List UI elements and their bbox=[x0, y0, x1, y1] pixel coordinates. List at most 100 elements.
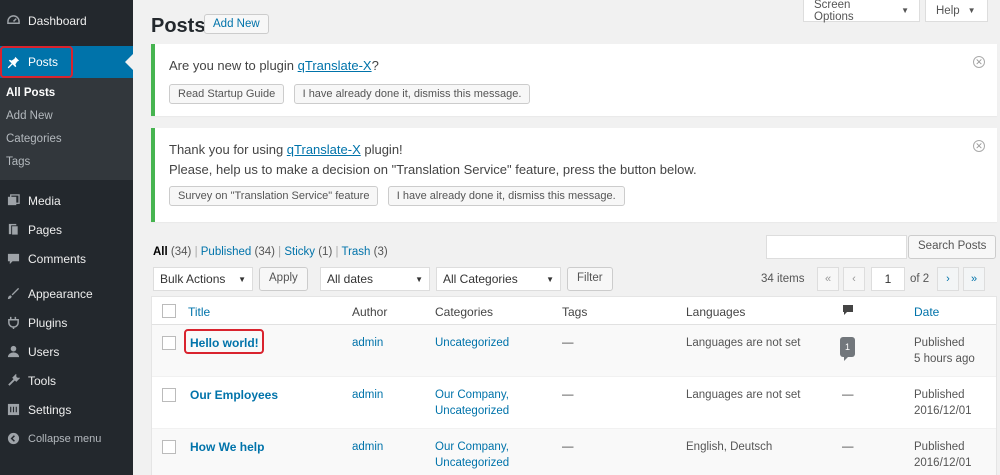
search-input[interactable] bbox=[766, 235, 907, 259]
dashboard-icon bbox=[6, 14, 20, 28]
add-new-button[interactable]: Add New bbox=[204, 14, 269, 34]
author-link[interactable]: admin bbox=[352, 335, 383, 351]
media-icon bbox=[6, 194, 20, 208]
qtranslate-link[interactable]: qTranslate-X bbox=[298, 58, 372, 73]
status-filters: All (34) | Published (34) | Sticky (1) |… bbox=[153, 246, 388, 258]
screen-options-button[interactable]: Screen Options ▼ bbox=[803, 0, 920, 23]
category-link[interactable]: Our Company, Uncategorized bbox=[435, 387, 525, 419]
submenu-categories[interactable]: Categories bbox=[0, 128, 133, 151]
hello-world-highlight-box bbox=[184, 329, 264, 354]
next-page-button[interactable]: › bbox=[937, 267, 959, 291]
date-value: Published 2016/12/01 bbox=[914, 389, 972, 417]
prev-page-button[interactable]: ‹ bbox=[843, 267, 865, 291]
total-pages: of 2 bbox=[910, 273, 930, 285]
current-page-input[interactable]: 1 bbox=[871, 267, 905, 291]
submenu-tags[interactable]: Tags bbox=[0, 151, 133, 174]
menu-label: Comments bbox=[28, 251, 87, 266]
row-checkbox[interactable] bbox=[162, 336, 176, 350]
comment-count-bubble[interactable]: 1 bbox=[840, 337, 856, 361]
select-all-checkbox[interactable] bbox=[162, 304, 176, 318]
dismiss-message-button[interactable]: I have already done it, dismiss this mes… bbox=[387, 186, 625, 206]
menu-tools[interactable]: Tools bbox=[0, 366, 133, 395]
menu-label: Pages bbox=[28, 222, 63, 237]
menu-label: Dashboard bbox=[28, 13, 87, 28]
close-icon[interactable]: ✕ bbox=[973, 56, 985, 68]
triangle-down-icon: ▼ bbox=[546, 274, 554, 284]
apply-button[interactable]: Apply bbox=[259, 267, 308, 291]
comments-value: — bbox=[842, 389, 854, 401]
row-checkbox[interactable] bbox=[162, 440, 176, 454]
post-title-link[interactable]: Our Employees bbox=[190, 387, 278, 403]
menu-label: Tools bbox=[28, 373, 57, 388]
menu-dashboard[interactable]: Dashboard bbox=[0, 6, 133, 35]
posts-submenu: All Posts Add New Categories Tags bbox=[0, 78, 133, 180]
author-link[interactable]: admin bbox=[352, 387, 383, 403]
menu-appearance[interactable]: Appearance bbox=[0, 279, 133, 308]
menu-pages[interactable]: Pages bbox=[0, 215, 133, 244]
appearance-icon bbox=[6, 287, 20, 301]
filter-sticky[interactable]: Sticky bbox=[284, 246, 315, 258]
column-languages: Languages bbox=[686, 305, 746, 319]
date-value: Published 5 hours ago bbox=[914, 337, 975, 365]
items-count: 34 items bbox=[761, 273, 805, 285]
dates-select[interactable]: All dates ▼ bbox=[320, 267, 430, 291]
menu-label: Plugins bbox=[28, 315, 68, 330]
admin-sidebar: Dashboard Posts All Posts Add New Catego… bbox=[0, 0, 133, 475]
tags-value: — bbox=[562, 441, 574, 453]
column-title[interactable]: Title bbox=[188, 304, 210, 320]
page-title: Posts bbox=[151, 15, 206, 37]
category-link[interactable]: Uncategorized bbox=[435, 335, 509, 351]
menu-label: Users bbox=[28, 344, 60, 359]
filter-trash[interactable]: Trash bbox=[341, 246, 370, 258]
categories-select[interactable]: All Categories ▼ bbox=[436, 267, 561, 291]
first-page-button[interactable]: « bbox=[817, 267, 839, 291]
tools-icon bbox=[6, 374, 20, 388]
menu-users[interactable]: Users bbox=[0, 337, 133, 366]
languages-value: Languages are not set bbox=[686, 337, 801, 349]
filter-button[interactable]: Filter bbox=[567, 267, 613, 291]
menu-plugins[interactable]: Plugins bbox=[0, 308, 133, 337]
close-icon[interactable]: ✕ bbox=[973, 140, 985, 152]
users-icon bbox=[6, 345, 20, 359]
table-row: Our Employees admin Our Company, Uncateg… bbox=[152, 377, 996, 429]
notice-new-plugin: Are you new to plugin qTranslate-X? Read… bbox=[151, 44, 997, 116]
menu-media[interactable]: Media bbox=[0, 186, 133, 215]
comment-column-icon[interactable] bbox=[842, 304, 854, 320]
row-checkbox[interactable] bbox=[162, 388, 176, 402]
notice-thank-you: Thank you for using qTranslate-X plugin!… bbox=[151, 128, 997, 222]
settings-icon bbox=[6, 403, 20, 417]
search-posts-button[interactable]: Search Posts bbox=[908, 235, 997, 259]
menu-collapse[interactable]: Collapse menu bbox=[0, 424, 133, 453]
column-date[interactable]: Date bbox=[914, 304, 939, 320]
help-button[interactable]: Help ▼ bbox=[925, 0, 988, 22]
column-author: Author bbox=[352, 305, 388, 319]
menu-settings[interactable]: Settings bbox=[0, 395, 133, 424]
submenu-add-new[interactable]: Add New bbox=[0, 105, 133, 128]
posts-table: Title Author Categories Tags Languages D… bbox=[151, 296, 997, 475]
table-row: Hello world! admin Uncategorized — Langu… bbox=[152, 325, 996, 377]
filter-published[interactable]: Published bbox=[201, 246, 252, 258]
tags-value: — bbox=[562, 337, 574, 349]
qtranslate-link[interactable]: qTranslate-X bbox=[287, 142, 361, 157]
bulk-actions-select[interactable]: Bulk Actions ▼ bbox=[153, 267, 253, 291]
comments-value: — bbox=[842, 441, 854, 453]
plugins-icon bbox=[6, 316, 20, 330]
category-link[interactable]: Our Company, Uncategorized bbox=[435, 439, 525, 471]
screen-options-label: Screen Options bbox=[814, 0, 854, 23]
notice-text: Thank you for using qTranslate-X plugin! bbox=[169, 142, 403, 157]
menu-comments[interactable]: Comments bbox=[0, 244, 133, 273]
dismiss-message-button[interactable]: I have already done it, dismiss this mes… bbox=[293, 84, 531, 104]
submenu-all-posts[interactable]: All Posts bbox=[0, 82, 133, 105]
read-startup-guide-button[interactable]: Read Startup Guide bbox=[169, 84, 285, 104]
author-link[interactable]: admin bbox=[352, 439, 383, 455]
menu-label: Media bbox=[28, 193, 61, 208]
last-page-button[interactable]: » bbox=[963, 267, 985, 291]
post-title-link[interactable]: How We help bbox=[190, 439, 264, 455]
languages-value: Languages are not set bbox=[686, 389, 801, 401]
column-tags: Tags bbox=[562, 305, 588, 319]
languages-value: English, Deutsch bbox=[686, 441, 773, 453]
main-content: Screen Options ▼ Help ▼ Posts Add New Ar… bbox=[133, 0, 1000, 475]
survey-button[interactable]: Survey on "Translation Service" feature bbox=[169, 186, 379, 206]
table-row: How We help admin Our Company, Uncategor… bbox=[152, 429, 996, 475]
filter-all[interactable]: All bbox=[153, 246, 168, 258]
